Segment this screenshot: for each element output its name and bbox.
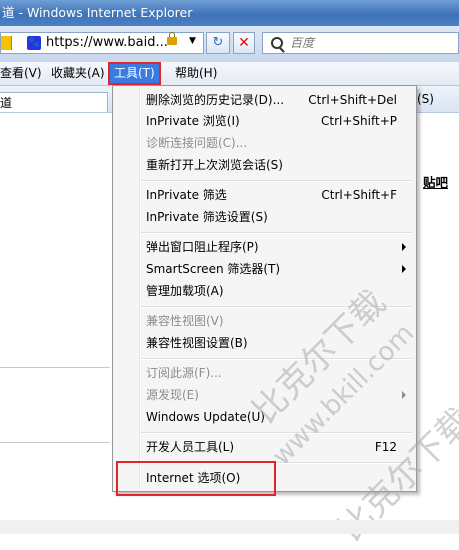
- menu-item-compat-view-settings[interactable]: 兼容性视图设置(B): [146, 332, 248, 354]
- close-icon: ✕: [238, 35, 250, 51]
- menu-gutter: [139, 88, 141, 489]
- menu-item-reopen-session[interactable]: 重新打开上次浏览会话(S): [146, 154, 283, 176]
- shortcut-dev-tools: F12: [374, 440, 397, 454]
- content-divider: [0, 442, 110, 443]
- menu-item-compat-view[interactable]: 兼容性视图(V): [146, 310, 224, 332]
- address-bar[interactable]: 🐾 https://www.baid... ▼: [0, 32, 204, 54]
- shortcut-inprivate-browse: Ctrl+Shift+P: [321, 114, 397, 128]
- menu-item-delete-history[interactable]: 删除浏览的历史记录(D)...: [146, 89, 284, 111]
- shortcut-delete-history: Ctrl+Shift+Del: [308, 93, 397, 107]
- page-tab-label: 道: [0, 96, 13, 110]
- menu-help[interactable]: 帮助(H): [175, 62, 217, 85]
- menu-separator: [141, 432, 413, 434]
- lock-icon[interactable]: [167, 32, 177, 45]
- annotation-highlight-box: [116, 461, 276, 496]
- menu-item-diagnose[interactable]: 诊断连接问题(C)...: [146, 132, 247, 154]
- search-input[interactable]: 百度: [262, 32, 459, 54]
- safety-menu-button[interactable]: (S): [417, 86, 434, 112]
- shortcut-inprivate-filter: Ctrl+Shift+F: [321, 188, 397, 202]
- menu-view[interactable]: 查看(V): [0, 62, 42, 85]
- menu-separator: [141, 306, 413, 308]
- address-toolbar: 🐾 https://www.baid... ▼ ↻ ✕ 百度: [0, 26, 459, 62]
- search-icon[interactable]: [271, 37, 283, 49]
- menu-favorites[interactable]: 收藏夹(A): [51, 62, 105, 85]
- submenu-arrow-icon: [402, 265, 406, 273]
- stop-button[interactable]: ✕: [233, 32, 255, 54]
- menu-separator: [141, 232, 413, 234]
- submenu-arrow-icon: [402, 391, 406, 399]
- page-tab[interactable]: 道: [0, 92, 108, 112]
- menu-item-feed-discovery[interactable]: 源发现(E): [146, 384, 199, 406]
- menu-item-manage-addons[interactable]: 管理加载项(A): [146, 280, 224, 302]
- site-favicon-icon: 🐾: [27, 36, 41, 50]
- chevron-down-icon[interactable]: ▼: [189, 36, 196, 46]
- window-title: 道 - Windows Internet Explorer: [2, 5, 193, 20]
- menu-bar: 查看(V) 收藏夹(A) 工具(T) 帮助(H): [0, 62, 459, 86]
- menu-item-dev-tools[interactable]: 开发人员工具(L): [146, 436, 234, 458]
- compat-refresh-button[interactable]: ↻: [206, 32, 230, 54]
- menu-item-inprivate-filter-settings[interactable]: InPrivate 筛选设置(S): [146, 206, 268, 228]
- refresh-icon: ↻: [212, 35, 224, 50]
- submenu-arrow-icon: [402, 243, 406, 251]
- tieba-link[interactable]: 贴吧: [423, 172, 448, 191]
- favorites-icon: [1, 36, 12, 50]
- menu-item-inprivate-browse[interactable]: InPrivate 浏览(I): [146, 110, 240, 132]
- menu-item-windows-update[interactable]: Windows Update(U): [146, 406, 265, 428]
- search-placeholder: 百度: [290, 36, 315, 50]
- menu-tools[interactable]: 工具(T): [108, 62, 161, 85]
- tools-dropdown-menu: 删除浏览的历史记录(D)... Ctrl+Shift+Del InPrivate…: [112, 85, 417, 492]
- menu-separator: [141, 358, 413, 360]
- content-divider: [0, 367, 110, 368]
- menu-separator: [141, 180, 413, 182]
- window-title-bar: 道 - Windows Internet Explorer: [0, 0, 459, 26]
- menu-item-subscribe[interactable]: 订阅此源(F)...: [146, 362, 222, 384]
- menu-item-smartscreen[interactable]: SmartScreen 筛选器(T): [146, 258, 280, 280]
- menu-item-inprivate-filter[interactable]: InPrivate 筛选: [146, 184, 227, 206]
- status-bar: [0, 520, 459, 534]
- menu-item-popup-blocker[interactable]: 弹出窗口阻止程序(P): [146, 236, 259, 258]
- address-url[interactable]: https://www.baid...: [46, 33, 168, 53]
